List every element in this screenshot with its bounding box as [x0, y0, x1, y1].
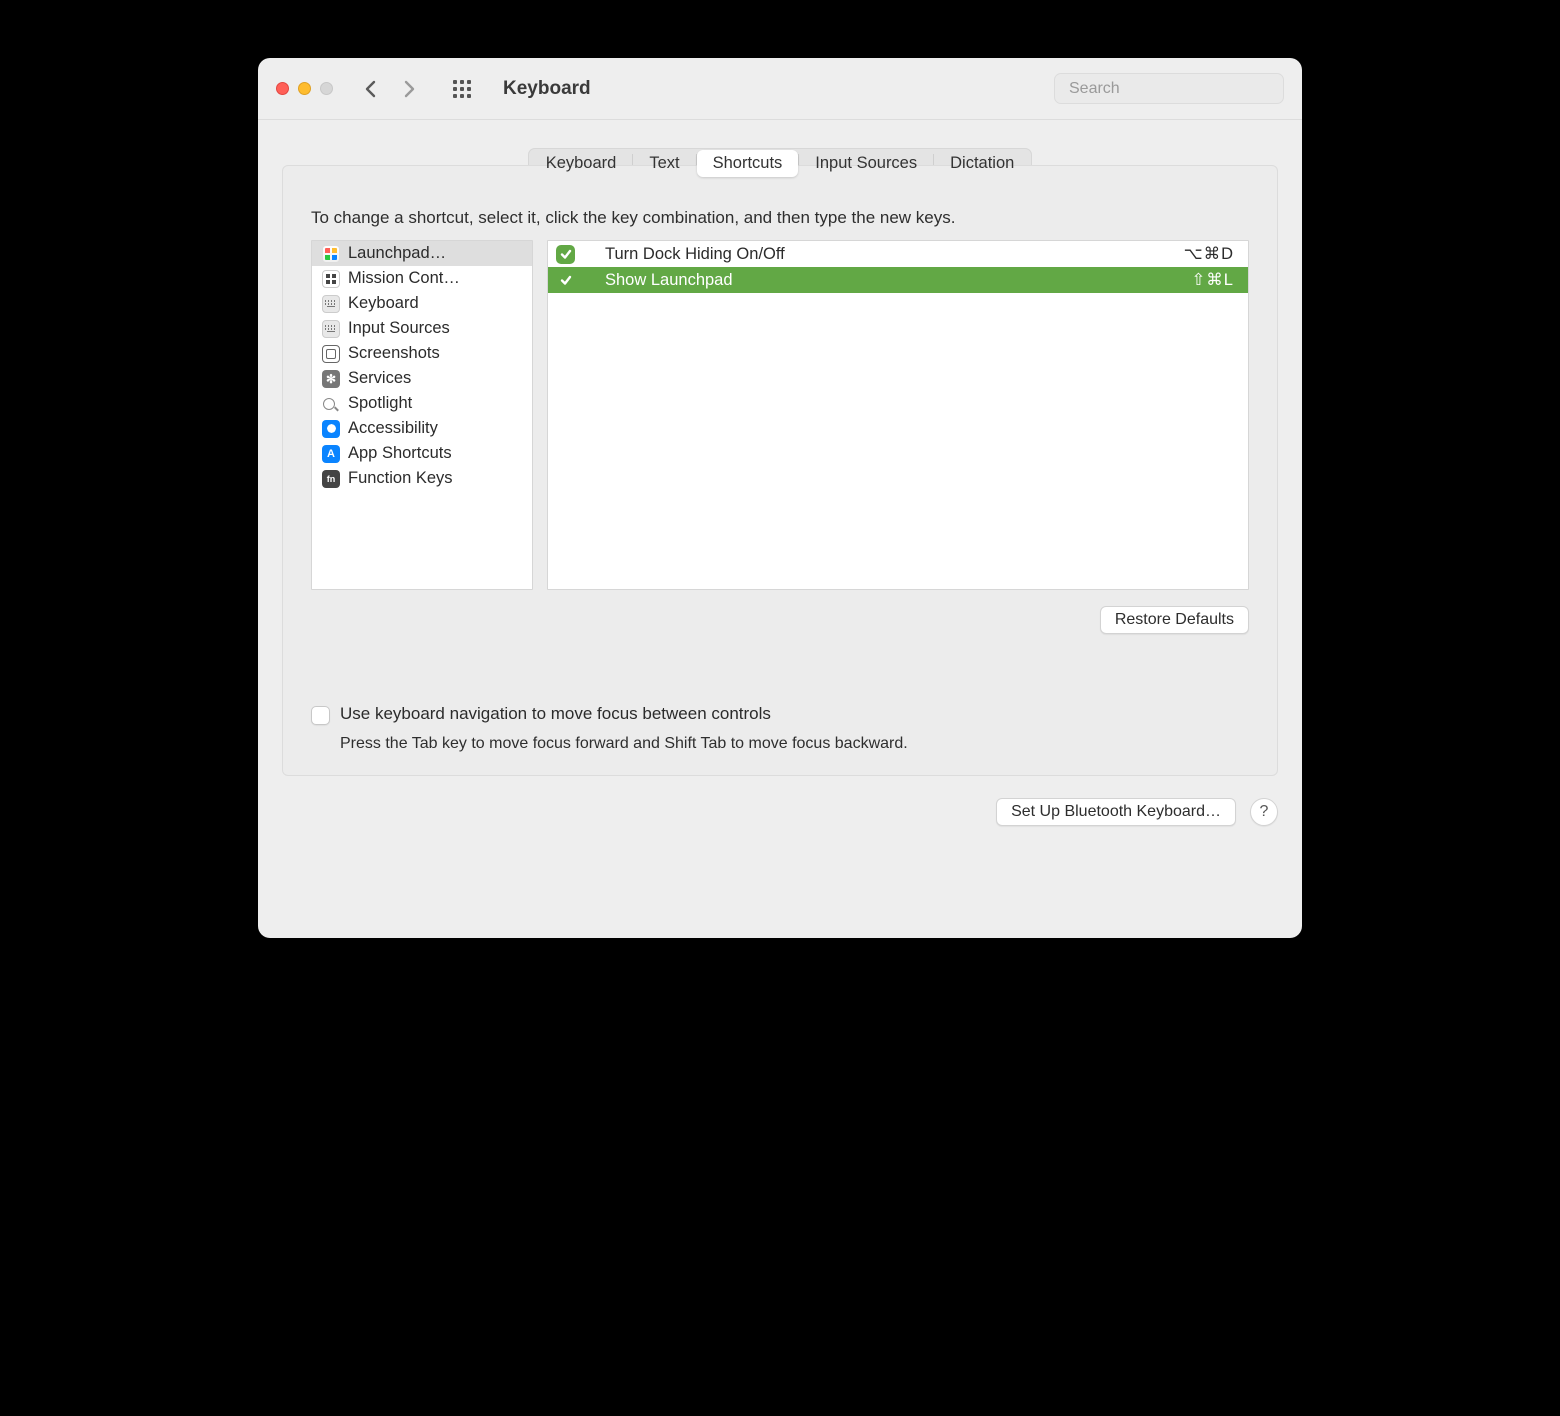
accessibility-icon	[322, 420, 340, 438]
launchpad-icon	[322, 245, 340, 263]
preferences-window: Keyboard Keyboard Text Shortcuts Input S…	[258, 58, 1302, 938]
sidebar-item-mission-control[interactable]: Mission Cont…	[312, 266, 532, 291]
shortcut-list[interactable]: Turn Dock Hiding On/Off ⌥⌘D Show Launchp…	[547, 240, 1249, 590]
tab-text[interactable]: Text	[633, 150, 695, 177]
sidebar-item-screenshots[interactable]: Screenshots	[312, 341, 532, 366]
sidebar-item-launchpad[interactable]: Launchpad…	[312, 241, 532, 266]
forward-button[interactable]	[395, 75, 423, 103]
search-field[interactable]	[1054, 73, 1284, 104]
tab-shortcuts[interactable]: Shortcuts	[697, 150, 799, 177]
search-input[interactable]	[1069, 80, 1276, 98]
screenshot-icon	[322, 345, 340, 363]
app-store-icon	[322, 445, 340, 463]
sidebar-item-spotlight[interactable]: Spotlight	[312, 391, 532, 416]
sidebar-item-accessibility[interactable]: Accessibility	[312, 416, 532, 441]
bluetooth-keyboard-button[interactable]: Set Up Bluetooth Keyboard…	[996, 798, 1236, 826]
category-list[interactable]: Launchpad… Mission Cont… Keyboard Input …	[311, 240, 533, 590]
tab-keyboard[interactable]: Keyboard	[530, 150, 633, 177]
restore-defaults-button[interactable]: Restore Defaults	[1100, 606, 1249, 634]
mission-control-icon	[322, 270, 340, 288]
keyboard-icon	[322, 320, 340, 338]
keyboard-nav-label: Use keyboard navigation to move focus be…	[340, 704, 771, 724]
shortcut-checkbox[interactable]	[556, 245, 575, 264]
keyboard-nav-option: Use keyboard navigation to move focus be…	[311, 704, 1249, 725]
sidebar-item-label: Function Keys	[348, 469, 453, 488]
check-icon	[560, 274, 572, 286]
sidebar-item-label: Keyboard	[348, 294, 419, 313]
tab-input-sources[interactable]: Input Sources	[799, 150, 933, 177]
fn-icon	[322, 470, 340, 488]
sidebar-item-label: Input Sources	[348, 319, 450, 338]
body: Keyboard Text Shortcuts Input Sources Di…	[258, 120, 1302, 938]
back-button[interactable]	[357, 75, 385, 103]
close-button[interactable]	[276, 82, 289, 95]
sidebar-item-label: Spotlight	[348, 394, 412, 413]
sidebar-item-app-shortcuts[interactable]: App Shortcuts	[312, 441, 532, 466]
tab-dictation[interactable]: Dictation	[934, 150, 1030, 177]
instructions-text: To change a shortcut, select it, click t…	[311, 208, 1249, 228]
chevron-right-icon	[402, 80, 416, 98]
zoom-button[interactable]	[320, 82, 333, 95]
shortcut-keys[interactable]: ⌥⌘D	[1184, 244, 1234, 264]
help-button[interactable]: ?	[1250, 798, 1278, 826]
grid-icon	[453, 80, 471, 98]
check-icon	[560, 248, 572, 260]
shortcut-label: Show Launchpad	[585, 271, 1181, 290]
sidebar-item-label: Accessibility	[348, 419, 438, 438]
sidebar-item-services[interactable]: Services	[312, 366, 532, 391]
sidebar-item-label: Mission Cont…	[348, 269, 460, 288]
shortcut-label: Turn Dock Hiding On/Off	[585, 245, 1174, 264]
sidebar-item-keyboard[interactable]: Keyboard	[312, 291, 532, 316]
shortcut-row[interactable]: Show Launchpad ⇧⌘L	[548, 267, 1248, 293]
sidebar-item-label: Screenshots	[348, 344, 440, 363]
shortcut-checkbox[interactable]	[556, 271, 575, 290]
sidebar-item-input-sources[interactable]: Input Sources	[312, 316, 532, 341]
sidebar-item-function-keys[interactable]: Function Keys	[312, 466, 532, 491]
search-icon	[322, 395, 340, 413]
keyboard-nav-subtext: Press the Tab key to move focus forward …	[340, 735, 1249, 753]
shortcut-row[interactable]: Turn Dock Hiding On/Off ⌥⌘D	[548, 241, 1248, 267]
footer: Set Up Bluetooth Keyboard… ?	[282, 798, 1278, 826]
minimize-button[interactable]	[298, 82, 311, 95]
show-all-button[interactable]	[447, 74, 477, 104]
chevron-left-icon	[364, 80, 378, 98]
sidebar-item-label: App Shortcuts	[348, 444, 452, 463]
shortcut-keys[interactable]: ⇧⌘L	[1191, 270, 1234, 290]
keyboard-icon	[322, 295, 340, 313]
shortcuts-panel: To change a shortcut, select it, click t…	[282, 165, 1278, 776]
gear-icon	[322, 370, 340, 388]
toolbar: Keyboard	[258, 58, 1302, 120]
keyboard-nav-checkbox[interactable]	[311, 706, 330, 725]
window-controls	[276, 82, 333, 95]
sidebar-item-label: Launchpad…	[348, 244, 446, 263]
window-title: Keyboard	[503, 78, 591, 100]
sidebar-item-label: Services	[348, 369, 411, 388]
